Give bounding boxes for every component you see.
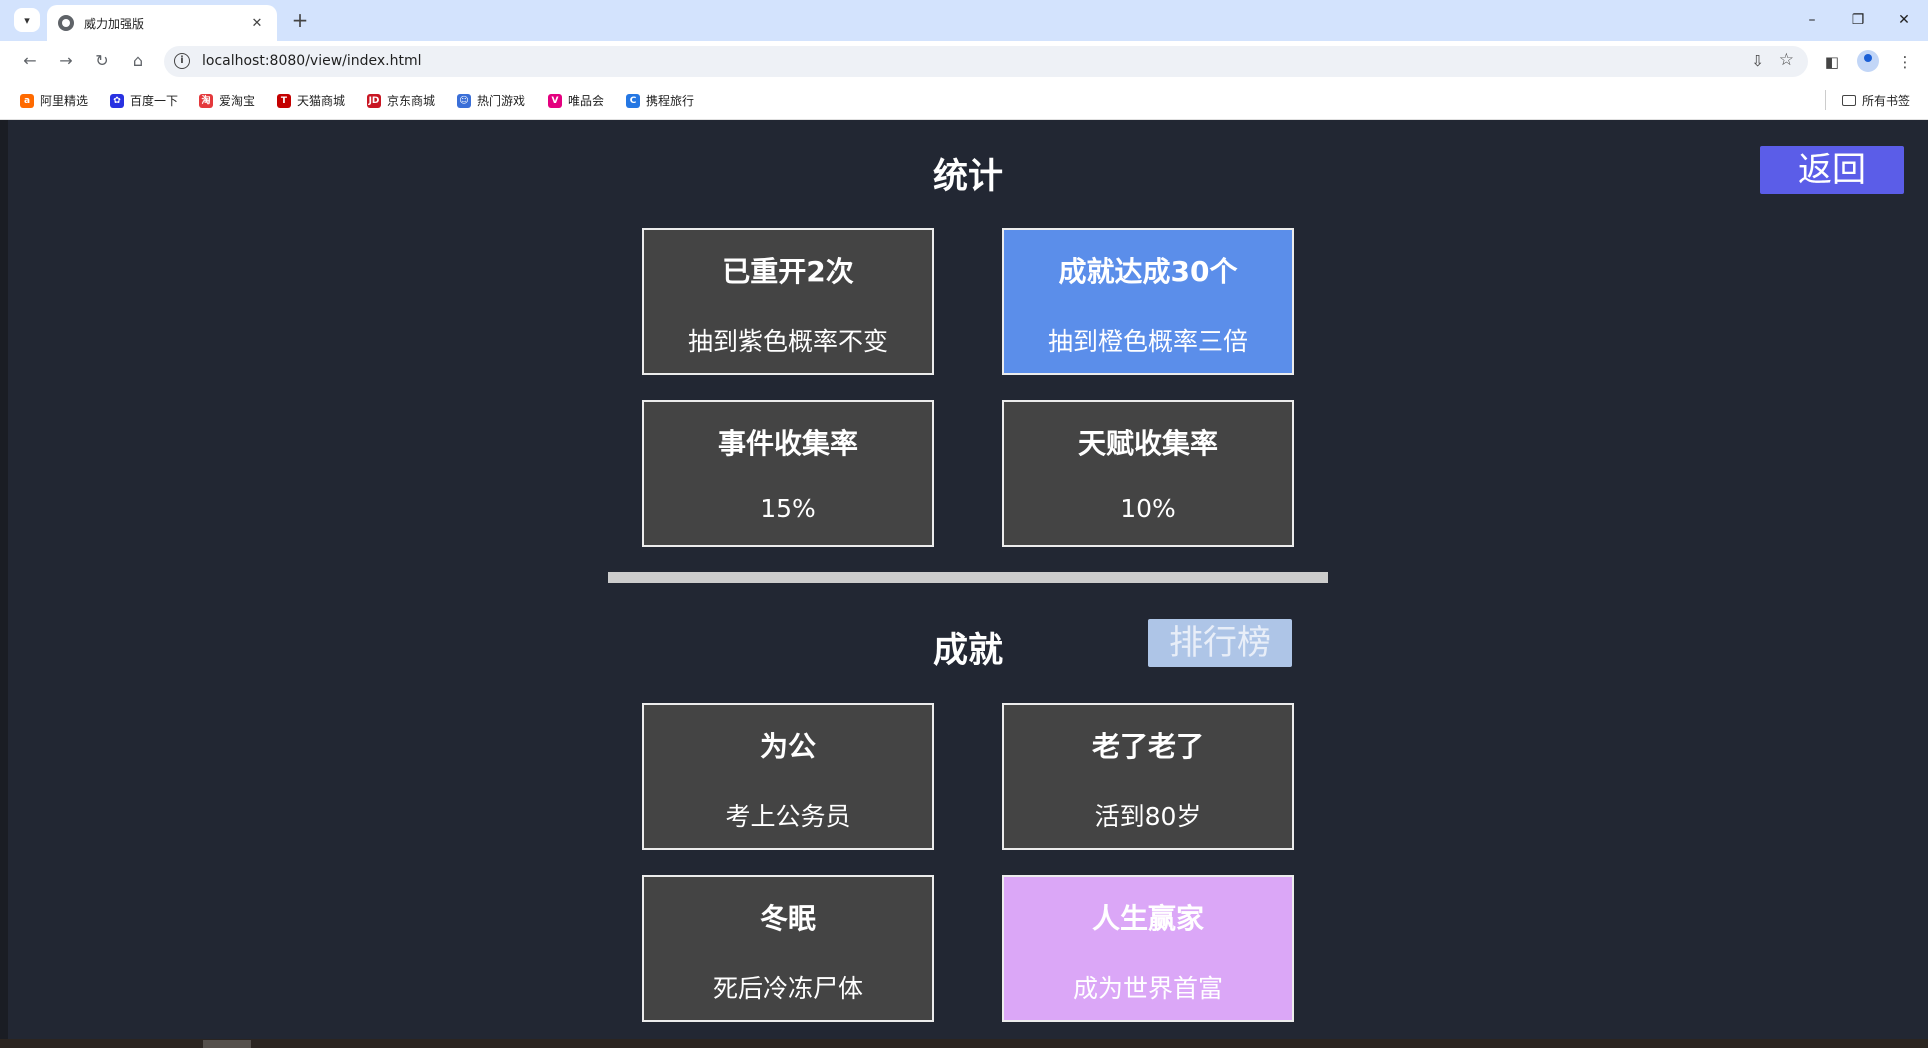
browser-tab[interactable]: 威力加强版 ✕ (47, 5, 277, 41)
bookmark-label: 天猫商城 (297, 94, 346, 108)
card-title: 老了老了 (1091, 730, 1204, 763)
page-content: 统计 返回 已重开2次 抽到紫色概率不变 成就达成30个 抽到橙色概率三倍 事件… (0, 120, 1928, 1048)
profile-avatar[interactable] (1857, 50, 1879, 72)
ctrip-icon: C (626, 93, 640, 108)
bookmark-item[interactable]: T 天猫商城 (277, 92, 345, 109)
card-desc: 考上公务员 (725, 802, 851, 831)
install-app-icon[interactable]: ⇩ (1751, 52, 1764, 70)
bookmark-item[interactable]: 淘 爱淘宝 (199, 92, 255, 109)
bookmark-label: 爱淘宝 (219, 94, 256, 108)
stat-card-event-rate: 事件收集率 15% (642, 400, 934, 547)
card-desc: 10% (1120, 494, 1176, 523)
tab-strip: ▾ 威力加强版 ✕ + – ❐ ✕ (0, 0, 1928, 41)
card-title: 冬眠 (759, 902, 816, 935)
side-panel-icon[interactable]: ◧ (1820, 50, 1844, 74)
baidu-paw-icon: ✿ (110, 93, 124, 108)
bookmark-item[interactable]: V 唯品会 (548, 92, 604, 109)
bookmark-label: 京东商城 (387, 94, 436, 108)
tab-close-icon[interactable]: ✕ (247, 16, 267, 31)
card-title: 为公 (759, 730, 816, 763)
section-divider (608, 572, 1328, 583)
card-desc: 活到80岁 (1094, 802, 1202, 831)
site-info-icon[interactable]: i (174, 53, 190, 69)
minimize-button[interactable]: – (1789, 8, 1835, 32)
vip-icon: V (548, 93, 562, 108)
achievement-card: 人生赢家 成为世界首富 (1002, 875, 1294, 1022)
tab-title: 威力加强版 (84, 16, 145, 31)
chevron-down-icon: ▾ (24, 13, 30, 27)
bookmark-label: 携程旅行 (646, 94, 695, 108)
tmall-icon: T (277, 93, 291, 108)
new-tab-button[interactable]: + (288, 9, 312, 33)
stat-card-talent-rate: 天赋收集率 10% (1002, 400, 1294, 547)
horizontal-scrollbar[interactable] (0, 1039, 1928, 1048)
card-desc: 抽到紫色概率不变 (687, 327, 888, 356)
bookmark-label: 百度一下 (130, 94, 179, 108)
card-title: 已重开2次 (722, 255, 854, 288)
restore-button[interactable]: ❐ (1835, 8, 1881, 32)
tab-search-button[interactable]: ▾ (14, 8, 40, 32)
achievement-card: 冬眠 死后冷冻尸体 (642, 875, 934, 1022)
folder-icon (1842, 95, 1856, 106)
achievements-heading: 成就 (932, 631, 1003, 671)
bookmarks-divider (1825, 90, 1826, 110)
stat-card-restarts: 已重开2次 抽到紫色概率不变 (642, 228, 934, 375)
bookmark-item[interactable]: C 携程旅行 (626, 92, 694, 109)
achievement-card: 老了老了 活到80岁 (1002, 703, 1294, 850)
all-bookmarks-button[interactable]: 所有书签 (1842, 92, 1910, 109)
stat-card-achievements: 成就达成30个 抽到橙色概率三倍 (1002, 228, 1294, 375)
window-close-button[interactable]: ✕ (1881, 8, 1927, 32)
card-desc: 成为世界首富 (1072, 974, 1223, 1003)
ranking-button[interactable]: 排行榜 (1148, 619, 1292, 667)
bookmark-label: 热门游戏 (477, 94, 526, 108)
game-icon: ☺ (457, 93, 471, 108)
stats-heading: 统计 (932, 157, 1003, 197)
scrollbar-thumb[interactable] (203, 1040, 251, 1048)
all-bookmarks-label: 所有书签 (1862, 94, 1911, 108)
jd-icon: JD (367, 93, 381, 108)
card-title: 天赋收集率 (1077, 427, 1218, 460)
home-icon[interactable]: ⌂ (126, 49, 150, 73)
card-title: 成就达成30个 (1058, 255, 1238, 288)
kebab-menu-icon[interactable]: ⋮ (1893, 50, 1917, 74)
page-left-edge (0, 120, 8, 1048)
back-button[interactable]: 返回 (1760, 146, 1904, 194)
bookmark-item[interactable]: a 阿里精选 (20, 92, 88, 109)
card-desc: 抽到橙色概率三倍 (1047, 327, 1248, 356)
forward-arrow-icon[interactable]: → (54, 49, 78, 73)
bookmark-item[interactable]: ✿ 百度一下 (110, 92, 178, 109)
achievement-card: 为公 考上公务员 (642, 703, 934, 850)
card-title: 人生赢家 (1091, 902, 1204, 935)
browser-toolbar: ← → ↻ ⌂ i localhost:8080/view/index.html… (0, 41, 1928, 81)
url-text[interactable]: localhost:8080/view/index.html (202, 53, 422, 69)
alibaba-icon: a (20, 93, 34, 108)
globe-icon (58, 15, 74, 31)
card-desc: 15% (760, 494, 816, 523)
address-bar[interactable]: i localhost:8080/view/index.html ⇩ ☆ (164, 46, 1808, 77)
bookmarks-bar: a 阿里精选 ✿ 百度一下 淘 爱淘宝 T 天猫商城 JD 京东商城 ☺ 热门游… (0, 81, 1928, 120)
bookmark-item[interactable]: ☺ 热门游戏 (457, 92, 525, 109)
back-arrow-icon[interactable]: ← (18, 49, 42, 73)
bookmark-item[interactable]: JD 京东商城 (367, 92, 435, 109)
reload-icon[interactable]: ↻ (90, 49, 114, 73)
card-title: 事件收集率 (717, 427, 858, 460)
bookmark-star-icon[interactable]: ☆ (1779, 50, 1794, 70)
taobao-icon: 淘 (199, 93, 213, 108)
card-desc: 死后冷冻尸体 (712, 974, 863, 1003)
bookmark-label: 阿里精选 (40, 94, 89, 108)
bookmark-label: 唯品会 (568, 94, 605, 108)
